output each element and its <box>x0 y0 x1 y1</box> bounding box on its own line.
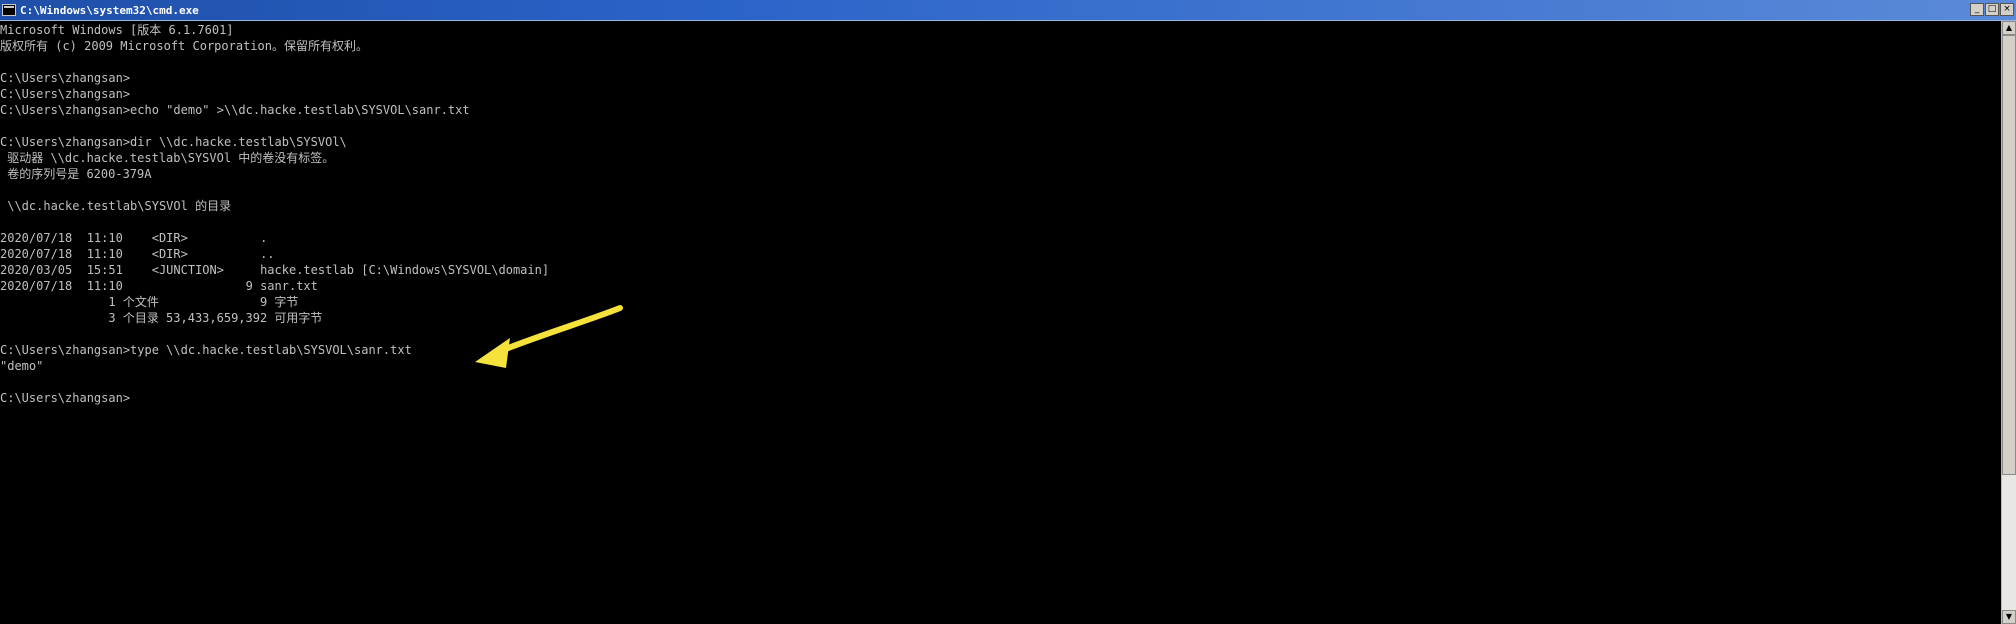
console-line: 版权所有 (c) 2009 Microsoft Corporation。保留所有… <box>0 39 368 53</box>
console-line: C:\Users\zhangsan>dir \\dc.hacke.testlab… <box>0 135 347 149</box>
scroll-down-button[interactable]: ▼ <box>2002 610 2016 624</box>
console-line: C:\Users\zhangsan>type \\dc.hacke.testla… <box>0 343 412 357</box>
cmd-icon <box>2 4 16 16</box>
console-line: 卷的序列号是 6200-379A <box>0 167 152 181</box>
window-controls: _ □ × <box>1970 3 2014 16</box>
console-line: \\dc.hacke.testlab\SYSVOl 的目录 <box>0 199 232 213</box>
console-line: 2020/07/18 11:10 <DIR> .. <box>0 247 275 261</box>
title-bar[interactable]: C:\Windows\system32\cmd.exe _ □ × <box>0 0 2016 21</box>
console-line: "demo" <box>0 359 44 373</box>
console-line: 1 个文件 9 字节 <box>0 295 299 309</box>
console-line: C:\Users\zhangsan>echo "demo" >\\dc.hack… <box>0 103 470 117</box>
console-line: C:\Users\zhangsan> <box>0 71 131 85</box>
scroll-up-button[interactable]: ▲ <box>2002 21 2016 35</box>
close-button[interactable]: × <box>2000 3 2014 16</box>
console-line: C:\Users\zhangsan> <box>0 87 131 101</box>
highlight-arrow-icon <box>475 305 623 368</box>
console-line: 2020/03/05 15:51 <JUNCTION> hacke.testla… <box>0 263 550 277</box>
console-line: C:\Users\zhangsan> <box>0 391 131 405</box>
console-line: 3 个目录 53,433,659,392 可用字节 <box>0 311 323 325</box>
maximize-button[interactable]: □ <box>1985 3 1999 16</box>
console-line: Microsoft Windows [版本 6.1.7601] <box>0 23 234 37</box>
window-title: C:\Windows\system32\cmd.exe <box>20 3 199 17</box>
console-line: 2020/07/18 11:10 9 sanr.txt <box>0 279 318 293</box>
console-line: 2020/07/18 11:10 <DIR> . <box>0 231 268 245</box>
console-line: 驱动器 \\dc.hacke.testlab\SYSVOl 中的卷没有标签。 <box>0 151 335 165</box>
minimize-button[interactable]: _ <box>1970 3 1984 16</box>
cmd-window: C:\Windows\system32\cmd.exe _ □ × Micros… <box>0 0 2016 624</box>
scroll-thumb[interactable] <box>2002 35 2016 475</box>
vertical-scrollbar[interactable]: ▲ ▼ <box>2001 21 2016 624</box>
console-output[interactable]: Microsoft Windows [版本 6.1.7601] 版权所有 (c)… <box>0 21 2001 624</box>
